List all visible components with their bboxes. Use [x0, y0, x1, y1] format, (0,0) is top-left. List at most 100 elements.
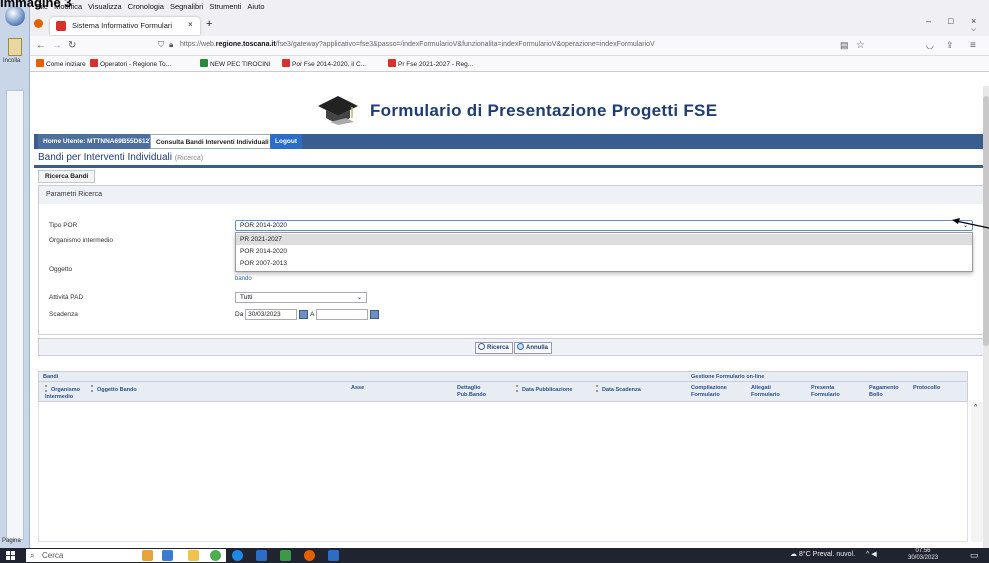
section-title: Bandi per Interventi Individuali (Ricerc… — [38, 152, 203, 163]
magnifier-icon — [478, 343, 485, 350]
page-scrollbar[interactable] — [983, 86, 989, 548]
consulta-bandi-link[interactable]: Consulta Bandi Interventi Individuali — [150, 134, 275, 149]
clock[interactable]: 07:56 30/03/2023 — [908, 548, 938, 562]
col-data-pubblicazione[interactable]: Data Pubblicazione — [516, 385, 596, 394]
calendar-icon[interactable] — [299, 310, 309, 319]
menu-item-strumenti[interactable]: Strumenti — [209, 0, 241, 14]
taskbar-search-placeholder: Cerca — [42, 551, 64, 560]
minimize-button[interactable]: – — [926, 16, 931, 26]
menu-item-visualizza[interactable]: Visualizza — [88, 0, 122, 14]
results-table-body — [38, 402, 968, 542]
menu-item-segnalibri[interactable]: Segnalibri — [170, 0, 203, 14]
bookmark-item[interactable]: NEW PEC TIROCINI — [200, 59, 271, 68]
weather-status[interactable]: ☁ 8°C Preval. nuvol. — [790, 550, 855, 558]
file-explorer-icon[interactable] — [188, 550, 199, 561]
bookmark-label: Come iniziare — [46, 61, 86, 68]
menu-item-cronologia[interactable]: Cronologia — [128, 0, 164, 14]
bookmark-item[interactable]: Come iniziare — [36, 59, 86, 68]
date-from-label: Da — [235, 311, 244, 319]
windows-start-icon[interactable] — [6, 551, 15, 560]
chevron-down-icon: ⌄ — [356, 295, 362, 301]
tipo-por-dropdown: PR 2021-2027 POR 2014-2020 POR 2007-2013 — [235, 232, 973, 272]
url-prefix: https://web. — [180, 41, 216, 48]
outlook-icon[interactable] — [256, 550, 267, 561]
option-por-2007-2013[interactable]: POR 2007-2013 — [236, 258, 972, 269]
taskbar-app-icon[interactable] — [142, 550, 153, 561]
section-subtitle: (Ricerca) — [174, 155, 204, 162]
vscode-icon[interactable] — [328, 550, 339, 561]
col-compilazione: Compilazione Formulario — [691, 385, 727, 398]
paste-icon[interactable] — [8, 38, 22, 56]
table-group-header: Bandi Gestione Formulario on-line — [38, 371, 968, 382]
scadenza-range: Da 30/03/2023 A — [235, 309, 381, 320]
reader-view-icon[interactable]: ▤ — [840, 40, 849, 51]
tipo-por-value: POR 2014-2020 — [240, 222, 287, 229]
scroll-up-icon[interactable]: ^ — [974, 404, 977, 411]
back-icon[interactable]: ← — [36, 40, 46, 51]
bookmark-icon — [388, 59, 396, 67]
bookmark-item[interactable]: Por Fse 2014-2020, il C... — [282, 59, 366, 68]
menu-item-aiuto[interactable]: Aiuto — [247, 0, 264, 14]
notification-icon[interactable]: ▭ — [970, 550, 979, 561]
col-data-scadenza[interactable]: Data Scadenza — [596, 385, 676, 394]
tray-icons[interactable]: ^ ◀ — [866, 550, 877, 558]
bookmark-item[interactable]: Pr Fse 2021-2027 - Reg... — [388, 59, 473, 68]
home-user-link[interactable]: Home Utente: MTTNNA69B55D612T — [38, 134, 159, 149]
extensions-icon[interactable]: ⇪ — [946, 40, 954, 51]
url-field[interactable]: https://web.regione.toscana.it/fse3/gate… — [180, 41, 655, 48]
bookmark-label: NEW PEC TIROCINI — [210, 61, 271, 68]
excel-icon[interactable] — [280, 550, 291, 561]
bookmark-star-icon[interactable]: ☆ — [856, 40, 865, 51]
forward-icon[interactable]: → — [52, 40, 62, 51]
page-title: Formulario di Presentazione Progetti FSE — [370, 101, 718, 120]
ricerca-label: Ricerca — [487, 345, 509, 351]
url-domain: regione.toscana.it — [215, 41, 276, 48]
app-menu-icon[interactable]: ≡ — [970, 40, 976, 51]
list-tabs-icon[interactable]: ⌵ — [971, 26, 976, 34]
date-from-input[interactable]: 30/03/2023 — [245, 309, 298, 320]
logout-button[interactable]: Logout — [270, 134, 303, 149]
task-view-icon[interactable] — [162, 550, 173, 561]
oggetto-label: Oggetto — [49, 266, 73, 273]
attivita-select[interactable]: Tutti ⌄ — [235, 292, 367, 303]
maximize-button[interactable]: □ — [948, 16, 953, 26]
bookmark-label: Por Fse 2014-2020, il C... — [292, 61, 367, 68]
col-oggetto[interactable]: Oggetto Bando — [91, 385, 191, 394]
annotation-arrow-icon — [952, 218, 989, 229]
close-window-button[interactable]: × — [971, 16, 976, 26]
shield-icon[interactable]: ⛉ — [158, 40, 164, 50]
office-ribbon-strip: Incolla Pagina — [0, 0, 30, 548]
pocket-icon[interactable]: ◡ — [926, 40, 934, 51]
tipo-por-select[interactable]: POR 2014-2020 ⌄ — [235, 220, 973, 231]
tab-ricerca-bandi[interactable]: Ricerca Bandi — [38, 170, 96, 183]
option-pr-2021-2027[interactable]: PR 2021-2027 — [236, 234, 972, 245]
ricerca-button[interactable]: Ricerca — [475, 342, 513, 354]
calendar-icon[interactable] — [369, 310, 379, 319]
annulla-button[interactable]: Annulla — [514, 342, 552, 354]
tab-close-icon[interactable]: × — [188, 20, 193, 29]
top-navigation: Home Utente: MTTNNA69B55D612T Consulta B… — [34, 134, 989, 149]
weather-text: 8°C Preval. nuvol. — [798, 551, 856, 558]
bookmark-icon — [90, 59, 98, 67]
option-por-2014-2020[interactable]: POR 2014-2020 — [236, 246, 972, 257]
tab-strip: Sistema Informativo Formulari × + – □ × … — [30, 14, 989, 36]
reload-icon[interactable]: ↻ — [68, 40, 76, 51]
date-to-input[interactable] — [315, 309, 368, 320]
lock-icon[interactable]: 🔒︎ — [169, 40, 173, 50]
browser-tab[interactable]: Sistema Informativo Formulari × — [50, 17, 200, 35]
chrome-icon[interactable] — [210, 550, 221, 561]
bookmark-item[interactable]: Operatori - Regione To... — [90, 59, 171, 68]
firefox-taskbar-icon[interactable] — [304, 550, 315, 561]
table-scrollbar[interactable]: ^ — [971, 402, 983, 542]
edge-icon[interactable] — [232, 550, 243, 561]
group-bandi: Bandi — [43, 374, 59, 380]
col-allegati: Allegati Formulario — [751, 385, 780, 398]
section-title-text: Bandi per Interventi Individuali — [38, 152, 172, 163]
bookmark-icon — [36, 59, 44, 67]
col-protocollo: Protocollo — [913, 385, 941, 391]
firefox-icon — [34, 19, 43, 28]
paste-label[interactable]: Incolla — [3, 58, 20, 64]
clock-time: 07:56 — [915, 548, 931, 554]
new-tab-button[interactable]: + — [206, 18, 212, 30]
windows-taskbar: ⌕ Cerca ☁ 8°C Preval. nuvol. ^ ◀ 07:56 3… — [0, 548, 989, 563]
